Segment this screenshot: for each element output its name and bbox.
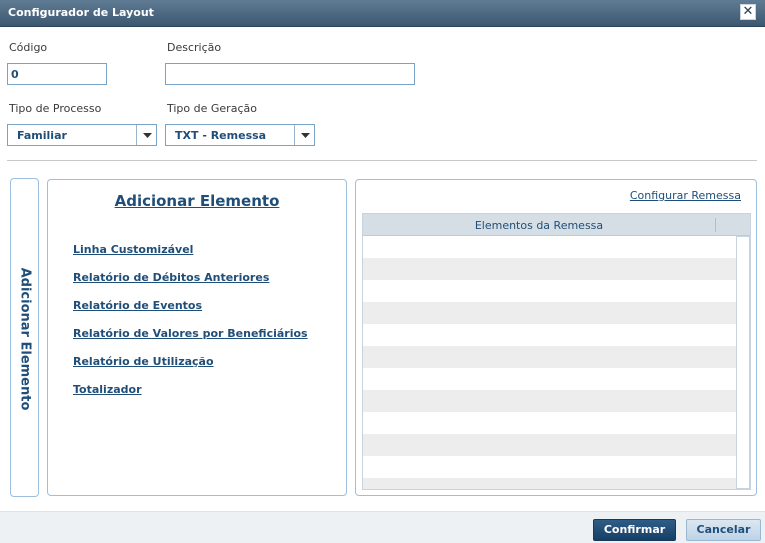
tipo-processo-select[interactable]: Familiar — [7, 124, 157, 146]
element-link-list: Linha Customizável Relatório de Débitos … — [73, 243, 308, 411]
link-relatorio-valores-beneficiarios[interactable]: Relatório de Valores por Beneficiários — [73, 327, 308, 355]
add-element-title[interactable]: Adicionar Elemento — [48, 192, 346, 210]
elementos-remessa-grid: Elementos da Remessa — [362, 213, 751, 490]
table-row[interactable] — [363, 368, 736, 390]
table-row[interactable] — [363, 236, 736, 258]
tipo-geracao-select[interactable]: TXT - Remessa — [165, 124, 315, 146]
table-row[interactable] — [363, 478, 736, 489]
codigo-label: Código — [9, 41, 48, 54]
column-separator — [715, 218, 716, 232]
tipo-geracao-label: Tipo de Geração — [167, 102, 257, 115]
remessa-panel: Configurar Remessa Elementos da Remessa — [355, 179, 757, 496]
table-row[interactable] — [363, 456, 736, 478]
grid-scrollbar[interactable] — [736, 236, 750, 489]
link-linha-customizavel[interactable]: Linha Customizável — [73, 243, 308, 271]
chevron-down-icon[interactable] — [136, 125, 156, 145]
link-relatorio-utilizacao[interactable]: Relatório de Utilização — [73, 355, 308, 383]
window-title: Configurador de Layout — [8, 6, 154, 19]
side-tab-adicionar-elemento[interactable]: Adicionar Elemento — [10, 178, 39, 497]
table-row[interactable] — [363, 390, 736, 412]
table-row[interactable] — [363, 324, 736, 346]
table-row[interactable] — [363, 346, 736, 368]
close-icon[interactable]: ✕ — [740, 4, 756, 20]
table-row[interactable] — [363, 434, 736, 456]
table-row[interactable] — [363, 302, 736, 324]
tipo-processo-label: Tipo de Processo — [9, 102, 102, 115]
confirm-button[interactable]: Confirmar — [593, 519, 676, 541]
grid-header-label[interactable]: Elementos da Remessa — [363, 219, 715, 232]
add-element-panel: Adicionar Elemento Linha Customizável Re… — [47, 179, 347, 496]
chevron-down-icon[interactable] — [294, 125, 314, 145]
dialog-footer: Confirmar Cancelar — [0, 511, 765, 543]
tipo-processo-value: Familiar — [17, 129, 67, 142]
link-relatorio-eventos[interactable]: Relatório de Eventos — [73, 299, 308, 327]
cancel-button[interactable]: Cancelar — [686, 519, 761, 541]
link-relatorio-debitos-anteriores[interactable]: Relatório de Débitos Anteriores — [73, 271, 308, 299]
descricao-input[interactable] — [165, 63, 415, 85]
tipo-geracao-value: TXT - Remessa — [175, 129, 267, 142]
configurar-remessa-link[interactable]: Configurar Remessa — [630, 189, 741, 202]
section-divider — [7, 160, 757, 161]
descricao-label: Descrição — [167, 41, 222, 54]
table-row[interactable] — [363, 258, 736, 280]
window-titlebar: Configurador de Layout ✕ — [0, 0, 765, 27]
side-tab-label: Adicionar Elemento — [17, 267, 33, 411]
table-row[interactable] — [363, 280, 736, 302]
grid-rows — [363, 236, 736, 489]
table-row[interactable] — [363, 412, 736, 434]
link-totalizador[interactable]: Totalizador — [73, 383, 308, 411]
grid-header: Elementos da Remessa — [363, 214, 750, 236]
codigo-input[interactable]: 0 — [7, 63, 107, 85]
